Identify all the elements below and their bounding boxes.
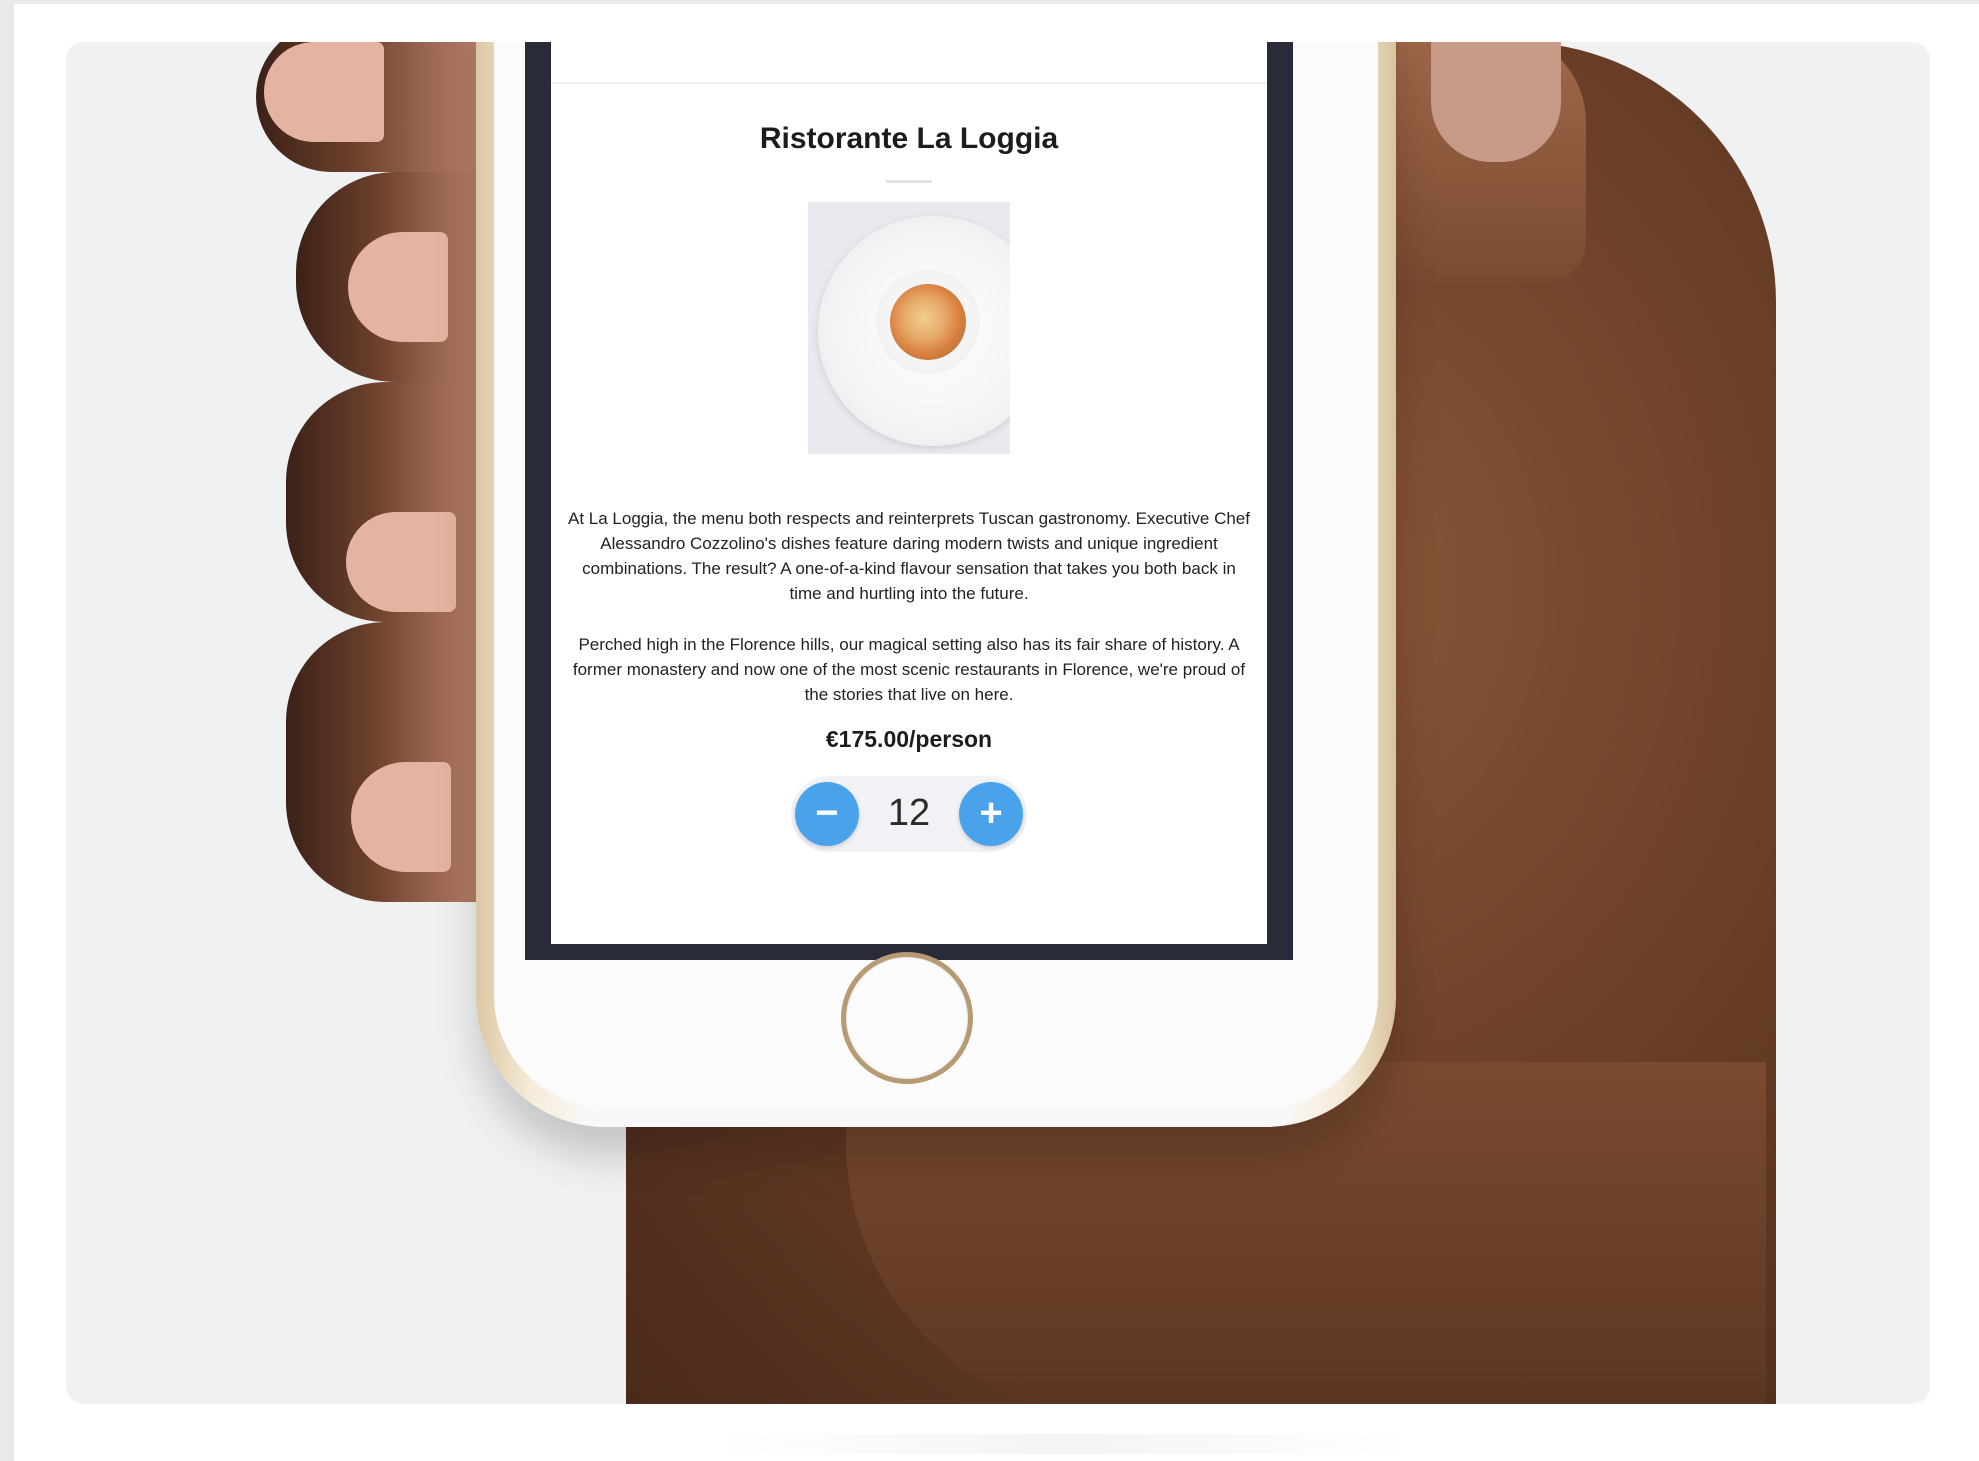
phone-screen: Ristorante La Loggia At La Loggia, the m… bbox=[551, 42, 1267, 944]
restaurant-title: Ristorante La Loggia bbox=[759, 122, 1059, 155]
footer-blur bbox=[714, 1434, 1414, 1454]
hero-card: Ristorante La Loggia At La Loggia, the m… bbox=[66, 42, 1930, 1404]
dish-photo bbox=[808, 202, 1010, 454]
minus-icon: − bbox=[815, 791, 839, 835]
restaurant-description-2: Perched high in the Florence hills, our … bbox=[572, 635, 1246, 704]
finger-nail-2 bbox=[348, 232, 448, 342]
finger-nail-1 bbox=[264, 42, 384, 142]
increment-button[interactable]: + bbox=[959, 782, 1023, 846]
plus-icon: + bbox=[979, 791, 1003, 835]
food-graphic bbox=[890, 284, 966, 360]
home-button-icon[interactable] bbox=[841, 952, 973, 1084]
page: Ristorante La Loggia At La Loggia, the m… bbox=[14, 4, 1979, 1461]
quantity-stepper: − 12 + bbox=[791, 776, 1027, 852]
finger-nail-4 bbox=[351, 762, 451, 872]
title-divider bbox=[886, 180, 932, 183]
price-per-person: €175.00/person bbox=[825, 726, 993, 752]
header-divider bbox=[551, 82, 1267, 84]
thumb-nail bbox=[1431, 42, 1561, 162]
finger-nail-3 bbox=[346, 512, 456, 612]
quantity-value[interactable]: 12 bbox=[859, 788, 959, 838]
restaurant-description-1: At La Loggia, the menu both respects and… bbox=[568, 509, 1250, 603]
decrement-button[interactable]: − bbox=[795, 782, 859, 846]
